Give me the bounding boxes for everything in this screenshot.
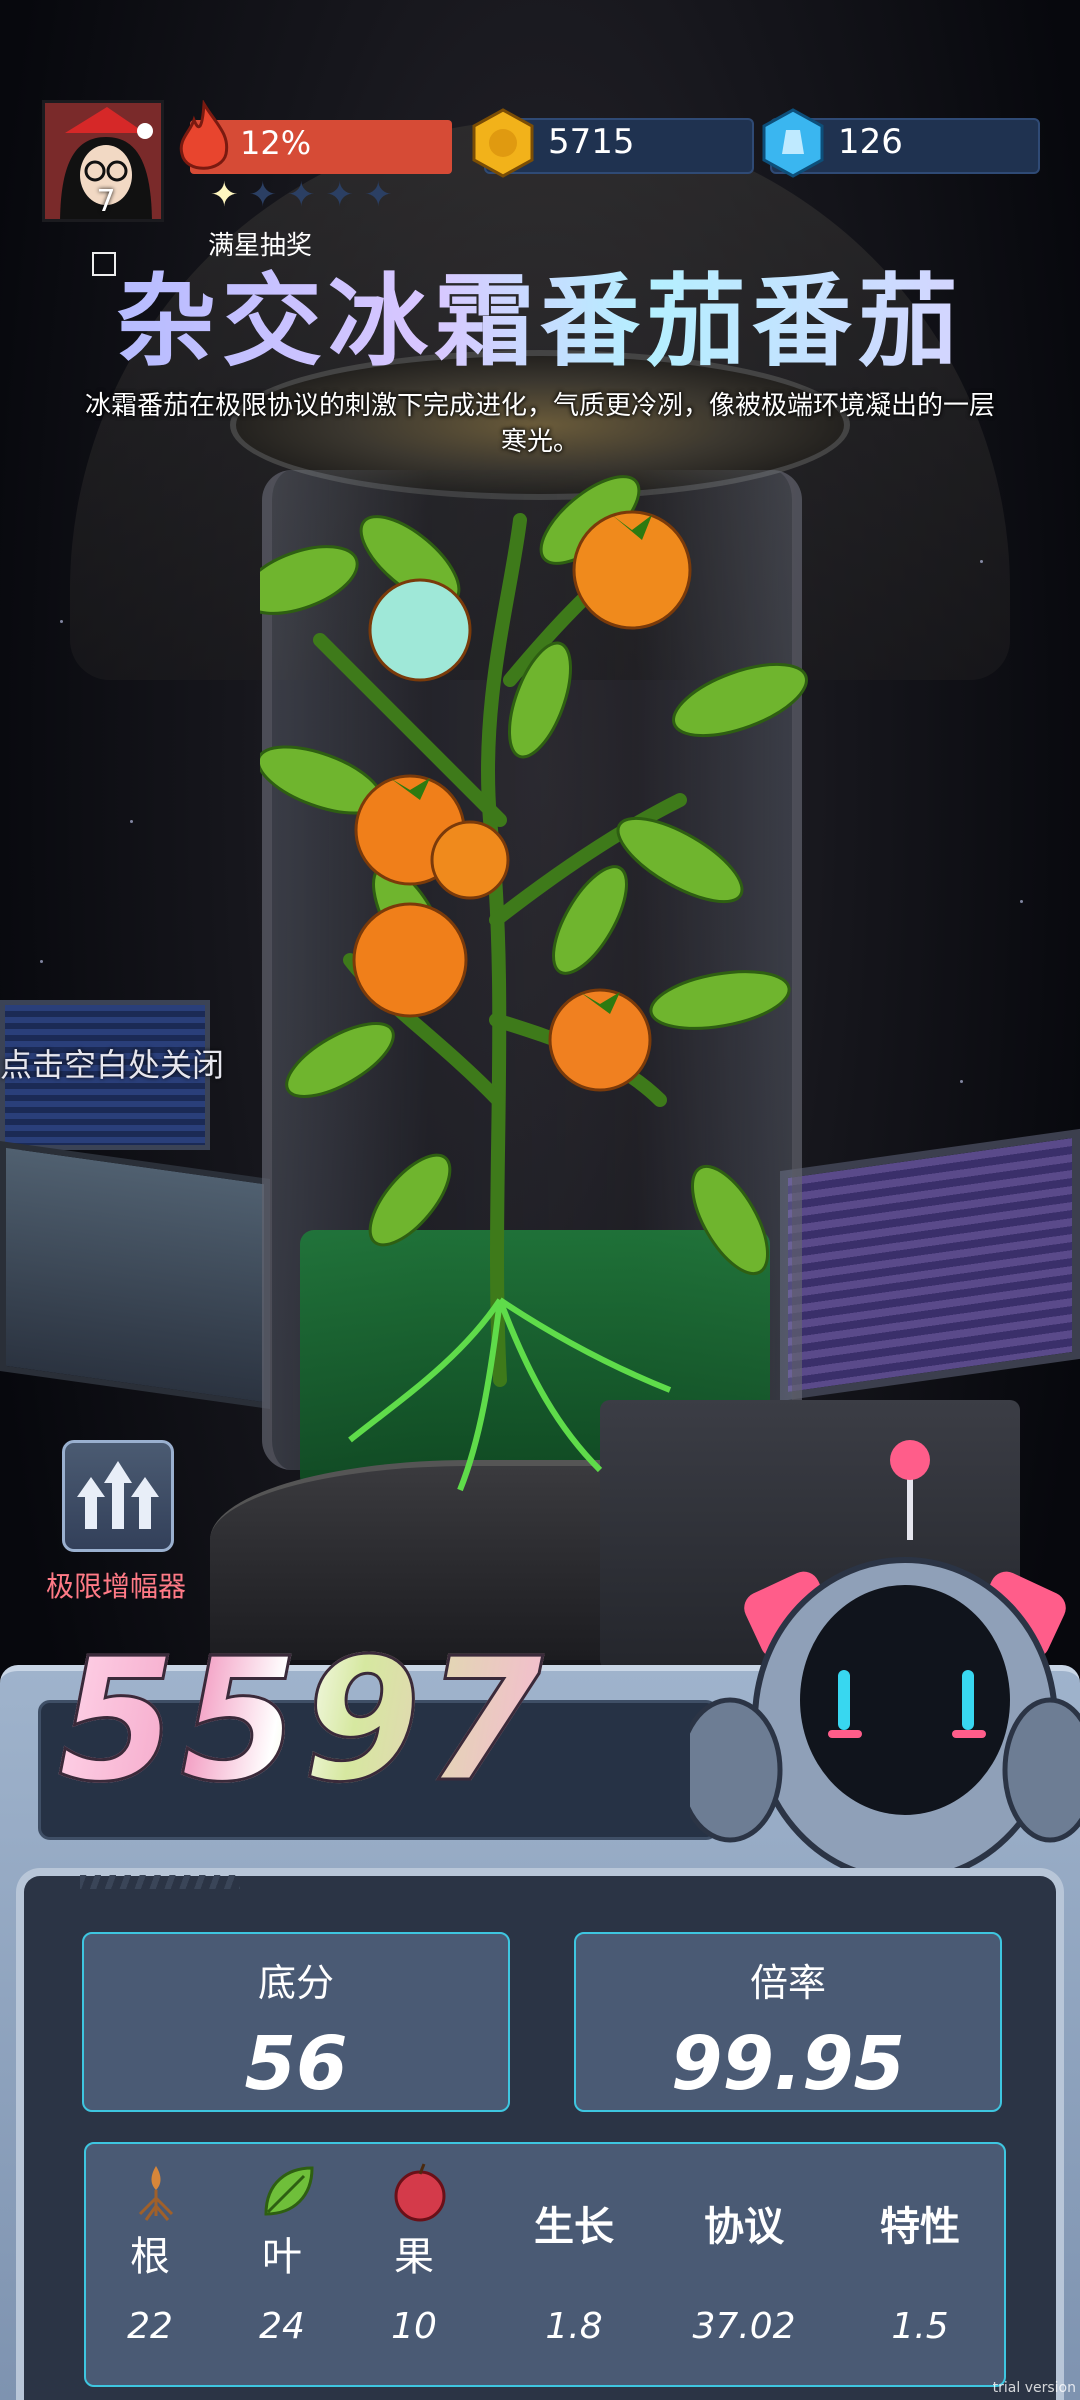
base-score-value: 56 xyxy=(244,2021,348,2107)
heat-progress-value: 12% xyxy=(240,124,312,162)
attribute-card: 根 22 叶 24 果 10 生长 1.8 协议 37.02 特性 1.5 xyxy=(84,2142,1006,2387)
right-monitor xyxy=(780,1128,1080,1402)
star-icon: ✦ xyxy=(364,175,393,215)
multiplier-label: 倍率 xyxy=(749,1961,826,2005)
flame-icon xyxy=(179,100,229,170)
plant-description: 冰霜番茄在极限协议的刺激下完成进化，气质更冷冽，像被极端环境凝出的一层寒光。 xyxy=(84,391,995,457)
base-score-card: 底分 56 xyxy=(82,1932,510,2112)
panel-stripes xyxy=(80,1875,240,1889)
multiplier-value: 99.95 xyxy=(670,2021,906,2107)
star-icon: ✦ xyxy=(325,175,355,215)
robot-mascot-icon xyxy=(690,1440,1080,1883)
attr-growth-value: 1.8 xyxy=(545,2306,603,2347)
player-avatar[interactable]: 7 xyxy=(42,100,164,222)
left-console xyxy=(0,1141,270,1409)
base-score-label: 底分 xyxy=(257,1961,334,2005)
attr-protocol-value: 37.02 xyxy=(692,2306,796,2347)
attr-fruit-label: 果 xyxy=(394,2234,434,2280)
total-score: 5597 xyxy=(56,1621,548,1822)
star-icon: ✦ xyxy=(248,175,278,215)
attr-trait-label: 特性 xyxy=(880,2204,960,2250)
player-level: 7 xyxy=(96,184,116,219)
attr-leaf-label: 叶 xyxy=(262,2234,302,2280)
attr-fruit-value: 10 xyxy=(391,2306,437,2347)
attr-protocol-label: 协议 xyxy=(704,2204,784,2250)
gem-value: 126 xyxy=(838,122,903,162)
coin-value: 5715 xyxy=(548,122,635,162)
fruit-icon xyxy=(394,2163,446,2222)
tap-to-close-hint: 点击空白处关闭 xyxy=(0,1046,225,1084)
leaf-icon xyxy=(264,2166,314,2216)
plant-title: 杂交冰霜番茄番茄 xyxy=(0,240,1080,385)
tomato-plant xyxy=(260,475,808,1492)
coin-icon xyxy=(472,108,534,178)
root-icon xyxy=(138,2166,174,2221)
attr-root-label: 根 xyxy=(130,2234,170,2280)
limit-amplifier-button[interactable] xyxy=(62,1440,174,1552)
star-rating: ✦ ✦ ✦ ✦ ✦ xyxy=(210,178,393,212)
multiplier-card: 倍率 99.95 xyxy=(574,1932,1002,2112)
attr-growth-label: 生长 xyxy=(534,2204,614,2250)
gem-icon xyxy=(762,108,824,178)
triple-up-arrow-icon xyxy=(77,1461,159,1529)
attr-leaf-value: 24 xyxy=(259,2306,305,2347)
attr-root-value: 22 xyxy=(127,2306,173,2347)
limit-amplifier-label: 极限增幅器 xyxy=(46,1570,187,1603)
star-icon: ✦ xyxy=(287,175,316,215)
attr-trait-value: 1.5 xyxy=(891,2306,949,2347)
trial-watermark: trial version xyxy=(992,2380,1076,2396)
star-icon: ✦ xyxy=(210,175,239,215)
